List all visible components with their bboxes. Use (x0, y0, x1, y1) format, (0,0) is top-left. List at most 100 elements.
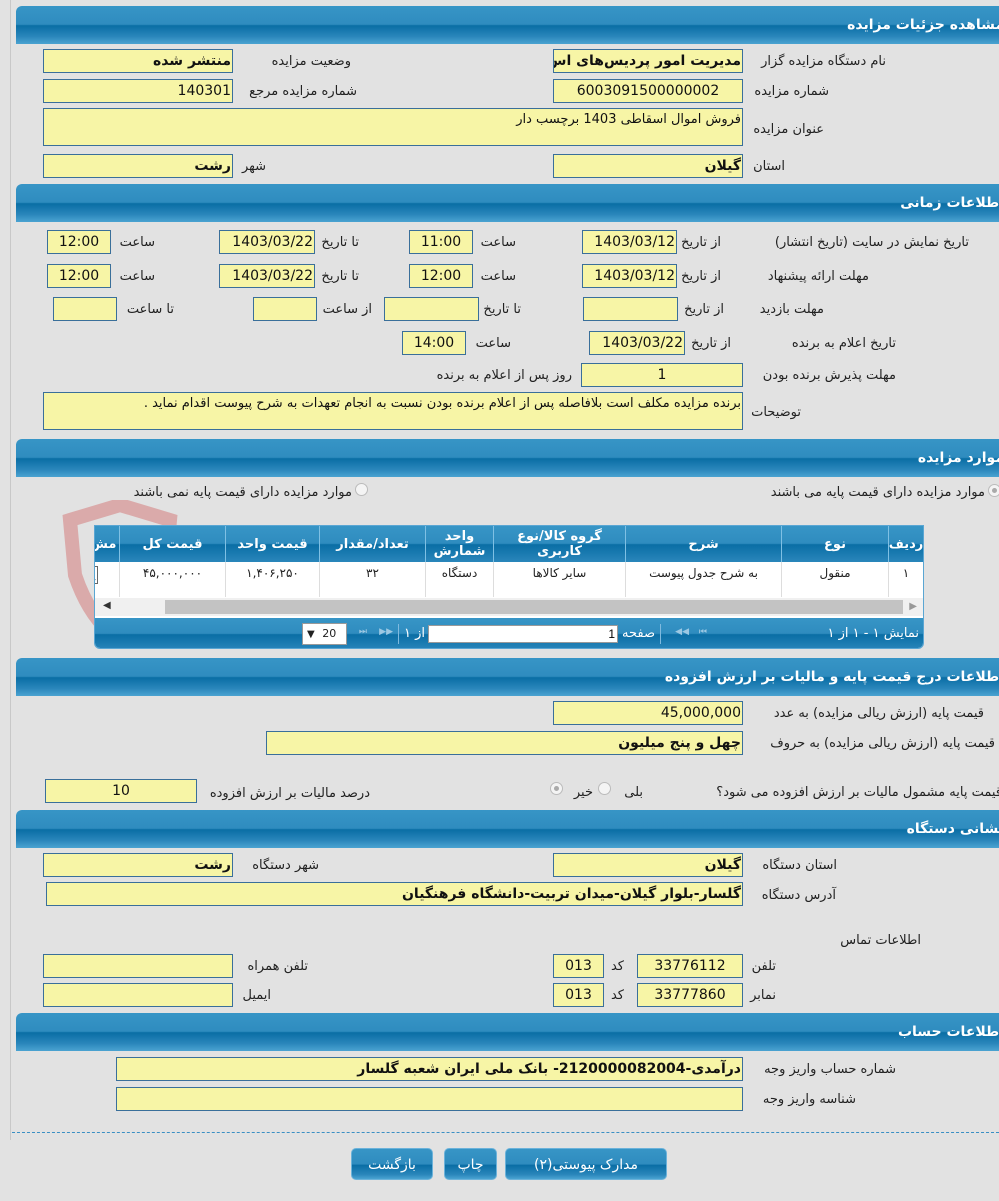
visit-to-date-field[interactable] (384, 297, 479, 321)
fax-label: نمابر (750, 988, 776, 1003)
winner-announce-time-field[interactable]: 14:00 (402, 331, 466, 355)
cell-more: ج (95, 562, 119, 597)
grid-header: ردیف نوع شرح گروه کالا/نوع کاربری واحد ش… (95, 526, 923, 562)
scroll-right-icon[interactable]: ▶ (909, 601, 917, 612)
col-qty[interactable]: تعداد/مقدار (319, 526, 425, 562)
org-address-field[interactable]: گلسار-بلوار گیلان-میدان تربیت-دانشگاه فر… (46, 882, 743, 906)
publish-from-date-label: از تاریخ (681, 235, 721, 250)
publish-to-date-field[interactable]: 1403/03/22 (219, 230, 315, 254)
phone-field[interactable]: 33776112 (637, 954, 743, 978)
page-size-select[interactable]: ▼ 20 (302, 623, 347, 645)
section-title: مشاهده جزئیات مزایده (847, 17, 999, 33)
scrollbar-thumb[interactable] (165, 600, 903, 614)
page-size-value: 20 (322, 627, 337, 640)
city-field[interactable]: رشت (43, 154, 233, 178)
org-province-field[interactable]: گیلان (553, 853, 743, 877)
vat-percent-field[interactable]: 10 (45, 779, 197, 803)
org-name-field[interactable]: مدیریت امور پردیس‌های اس (553, 49, 743, 73)
visit-from-time-field[interactable] (253, 297, 317, 321)
vat-yes-radio[interactable] (598, 782, 611, 795)
publish-to-date-label: تا تاریخ (321, 235, 359, 250)
offer-from-time-field[interactable]: 12:00 (409, 264, 473, 288)
visit-from-time-label: از ساعت (322, 302, 372, 317)
pager-page-input[interactable] (428, 625, 618, 643)
pager-page-label: صفحه (622, 626, 655, 641)
publish-to-time-field[interactable]: 12:00 (47, 230, 111, 254)
section-title: اطلاعات درج قیمت پایه و مالیات بر ارزش ا… (664, 669, 999, 685)
status-label: وضعیت مزایده (271, 54, 351, 69)
cell-unit-price: ۱,۴۰۶,۲۵۰ (225, 562, 319, 597)
back-button[interactable]: بازگشت (351, 1148, 433, 1180)
offer-from-date-field[interactable]: 1403/03/12 (582, 264, 677, 288)
scroll-left-icon[interactable]: ◀ (103, 600, 111, 611)
section-header-address: نشانی دستگاه (16, 810, 999, 848)
visit-from-date-field[interactable] (583, 297, 678, 321)
print-button[interactable]: چاپ (444, 1148, 497, 1180)
pager-last-icon[interactable]: ⏭ (359, 627, 367, 637)
radio-with-base-price[interactable] (988, 484, 999, 497)
pager-prev-icon[interactable]: ◀◀ (675, 627, 689, 637)
notes-field[interactable]: برنده مزایده مکلف است بلافاصله پس از اعل… (43, 392, 743, 430)
account-no-label: شماره حساب واریز وجه (764, 1062, 896, 1077)
status-field[interactable]: منتشر شده (43, 49, 233, 73)
col-group[interactable]: گروه کالا/نوع کاربری (493, 526, 625, 562)
publish-from-date-field[interactable]: 1403/03/12 (582, 230, 677, 254)
mobile-field[interactable] (43, 954, 233, 978)
publish-from-time-field[interactable]: 11:00 (409, 230, 473, 254)
visit-to-time-label: تا ساعت (126, 302, 174, 317)
visit-from-date-label: از تاریخ (684, 302, 724, 317)
publish-to-time-label: ساعت (119, 235, 155, 250)
cell-total: ۴۵,۰۰۰,۰۰۰ (119, 562, 225, 597)
offer-to-date-label: تا تاریخ (321, 269, 359, 284)
col-desc[interactable]: شرح (625, 526, 781, 562)
col-more[interactable]: مش (95, 526, 119, 562)
ref-no-field[interactable]: 140301 (43, 79, 233, 103)
col-unit-price[interactable]: قیمت واحد (225, 526, 319, 562)
phone-label: تلفن (751, 959, 776, 974)
winner-announce-date-field[interactable]: 1403/03/22 (589, 331, 685, 355)
section-header-account: اطلاعات حساب (16, 1013, 999, 1051)
notes-label: توضیحات (751, 405, 801, 420)
email-field[interactable] (43, 983, 233, 1007)
vat-no-radio[interactable] (550, 782, 563, 795)
pager-next-icon[interactable]: ▶▶ (379, 627, 393, 637)
phone-code-field[interactable]: 013 (553, 954, 604, 978)
section-header-timing: اطلاعات زمانی (16, 184, 999, 222)
base-price-num-field[interactable]: 45,000,000 (553, 701, 743, 725)
radio-without-base-price-label: موارد مزایده دارای قیمت پایه نمی باشند (133, 485, 352, 500)
contact-info-label: اطلاعات تماس (840, 933, 921, 948)
base-price-words-field[interactable]: چهل و پنج میلیون (266, 731, 743, 755)
vat-percent-label: درصد مالیات بر ارزش افزوده (209, 786, 370, 801)
table-row[interactable]: ۱ منقول به شرح جدول پیوست سایر کالاها دس… (95, 562, 923, 597)
account-no-field[interactable]: درآمدی-2120000082004- بانک ملی ایران شعب… (116, 1057, 743, 1081)
org-city-label: شهر دستگاه (252, 858, 319, 873)
org-address-label: آدرس دستگاه (761, 888, 836, 903)
attachments-button[interactable]: مدارک پیوستی(۲) (505, 1148, 667, 1180)
auction-no-field[interactable]: 6003091500000002 (553, 79, 743, 103)
fax-field[interactable]: 33777860 (637, 983, 743, 1007)
page-left-rule (10, 0, 11, 1140)
title-field[interactable]: فروش اموال اسقاطی 1403 برچسب دار (43, 108, 743, 146)
province-field[interactable]: گیلان (553, 154, 743, 178)
visit-to-time-field[interactable] (53, 297, 117, 321)
radio-without-base-price[interactable] (355, 483, 368, 496)
col-row[interactable]: ردیف (888, 526, 923, 562)
fax-code-field[interactable]: 013 (553, 983, 604, 1007)
pager-first-icon[interactable]: ⏮ (699, 627, 707, 637)
acceptance-days-field[interactable]: 1 (581, 363, 743, 387)
vat-yes-label: بلی (624, 785, 643, 800)
col-total[interactable]: قیمت کل (119, 526, 225, 562)
chevron-down-icon: ▼ (307, 629, 315, 640)
payment-id-field[interactable] (116, 1087, 743, 1111)
offer-to-time-field[interactable]: 12:00 (47, 264, 111, 288)
org-city-field[interactable]: رشت (43, 853, 233, 877)
offer-to-date-field[interactable]: 1403/03/22 (219, 264, 315, 288)
publish-label: تاریخ نمایش در سایت (تاریخ انتشار) (774, 235, 969, 250)
title-label: عنوان مزایده (753, 122, 824, 137)
horizontal-scrollbar[interactable]: ◀ ▶ (95, 598, 923, 616)
col-type[interactable]: نوع (781, 526, 888, 562)
vat-question-label: قیمت پایه مشمول مالیات بر ارزش افزوده می… (716, 785, 999, 800)
cell-qty: ۳۲ (319, 562, 425, 597)
detail-button[interactable]: ج (95, 566, 98, 584)
col-unit[interactable]: واحد شمارش (425, 526, 493, 562)
